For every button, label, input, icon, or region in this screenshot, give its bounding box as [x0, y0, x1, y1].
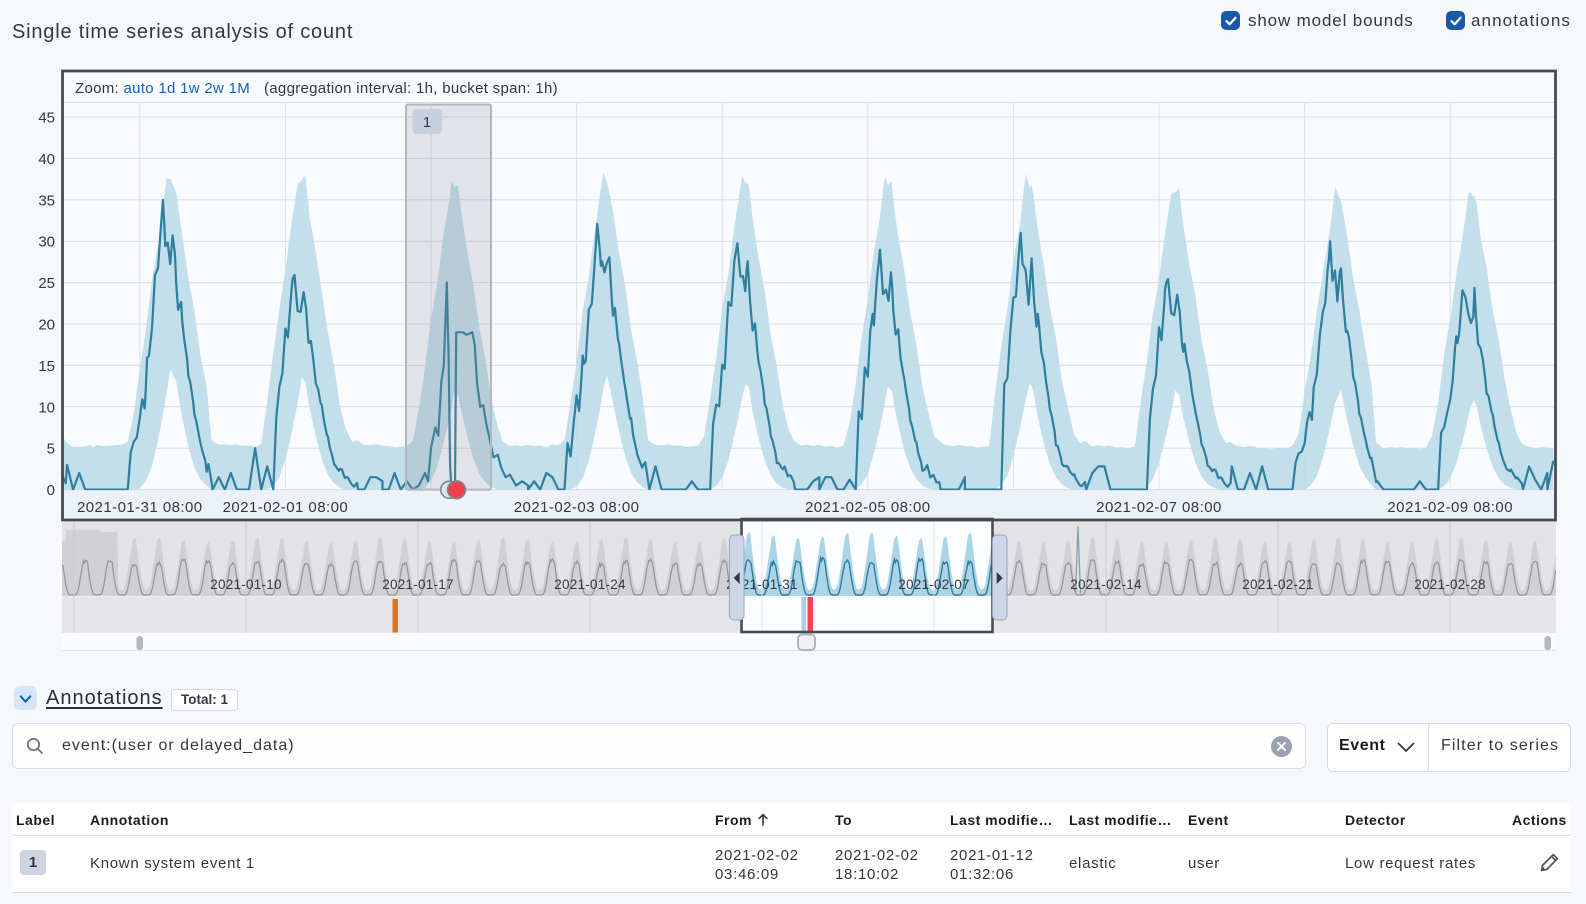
- svg-text:2021-01-10: 2021-01-10: [210, 577, 282, 592]
- svg-text:2021-01-24: 2021-01-24: [554, 577, 626, 592]
- svg-text:2021-01-31 08:00: 2021-01-31 08:00: [77, 499, 203, 516]
- svg-text:10: 10: [38, 399, 55, 416]
- svg-text:15: 15: [38, 358, 55, 375]
- svg-text:35: 35: [38, 192, 55, 209]
- svg-text:40: 40: [38, 151, 55, 168]
- svg-text:2021-02-03 08:00: 2021-02-03 08:00: [514, 499, 640, 516]
- svg-text:Zoom: auto 1d 1w 2w 1M: Zoom: auto 1d 1w 2w 1M: [75, 80, 250, 97]
- svg-text:(aggregation interval: 1h, buc: (aggregation interval: 1h, bucket span: …: [264, 80, 558, 97]
- svg-text:2021-02-07: 2021-02-07: [898, 577, 970, 592]
- svg-text:2021-02-05 08:00: 2021-02-05 08:00: [805, 499, 931, 516]
- svg-text:0: 0: [47, 482, 55, 499]
- svg-text:45: 45: [38, 110, 55, 127]
- svg-text:1: 1: [423, 114, 431, 131]
- svg-text:2021-02-07 08:00: 2021-02-07 08:00: [1096, 499, 1222, 516]
- svg-text:2021-02-21: 2021-02-21: [1242, 577, 1314, 592]
- svg-text:2021-02-01 08:00: 2021-02-01 08:00: [223, 499, 349, 516]
- svg-text:25: 25: [38, 275, 55, 292]
- svg-text:30: 30: [38, 234, 55, 251]
- svg-text:20: 20: [38, 317, 55, 334]
- svg-text:2021-02-28: 2021-02-28: [1414, 577, 1486, 592]
- svg-text:2021-02-09 08:00: 2021-02-09 08:00: [1387, 499, 1513, 516]
- svg-text:2021-01-17: 2021-01-17: [382, 577, 454, 592]
- svg-text:2021-02-14: 2021-02-14: [1070, 577, 1142, 592]
- svg-text:5: 5: [47, 441, 55, 458]
